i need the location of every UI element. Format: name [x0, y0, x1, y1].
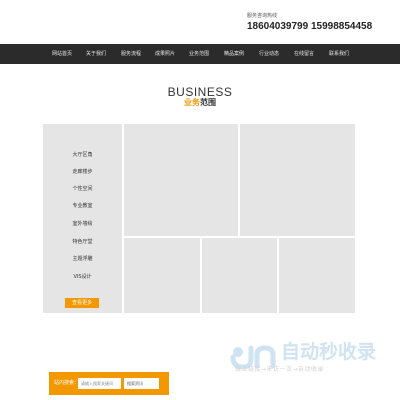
business-tile[interactable] [279, 238, 355, 313]
nav-item-news[interactable]: 行业动态 [249, 44, 289, 64]
nav-item-business[interactable]: 业务范围 [179, 44, 219, 64]
section-title-cn: 业务范围 [0, 98, 400, 108]
watermark: 自动秒收录 做上链接→来访一次→自动收录 [229, 340, 389, 374]
category-item[interactable]: 专业教室 [43, 202, 122, 210]
hotline-block: 服务咨询热线 18604039799 15998854458 [247, 13, 372, 33]
category-item[interactable]: 室外墙绘 [43, 220, 122, 228]
category-item[interactable]: 走廊楼步 [43, 168, 122, 176]
nav-item-message[interactable]: 在线留言 [284, 44, 324, 64]
business-tile[interactable] [240, 124, 355, 236]
main-navbar: 网站首页 关于我们 服务流程 成果照片 业务范围 精品案例 行业动态 在线留言 … [0, 44, 400, 64]
business-tile[interactable] [202, 238, 277, 313]
business-tile[interactable] [124, 238, 200, 313]
section-title-en: BUSINESS [167, 85, 233, 99]
category-item[interactable]: 特色厅堂 [43, 238, 122, 246]
view-more-button[interactable]: 查看更多 [65, 298, 99, 308]
section-title: BUSINESS 业务范围 [0, 86, 400, 108]
page: 服务咨询热线 18604039799 15998854458 网站首页 关于我们… [0, 0, 400, 400]
watermark-text: 自动秒收录 [281, 341, 377, 363]
business-tile[interactable] [124, 124, 238, 236]
search-button[interactable]: 搜索资讯 [124, 378, 159, 389]
hotline-label: 服务咨询热线 [247, 13, 278, 19]
section-title-cn-rest: 范围 [200, 98, 216, 107]
category-item[interactable]: 个性空间 [43, 185, 122, 193]
nav-item-cases[interactable]: 精品案例 [214, 44, 254, 64]
watermark-subtext: 做上链接→来访一次→自动收录 [235, 366, 325, 373]
category-item[interactable]: 大厅区角 [43, 151, 122, 159]
nav-item-about[interactable]: 关于我们 [76, 44, 116, 64]
hotline-numbers: 18604039799 15998854458 [247, 21, 373, 32]
search-bar: 站内搜索： 搜索资讯 [49, 372, 169, 395]
section-title-cn-highlight: 业务 [184, 98, 200, 107]
nav-item-contact[interactable]: 联系我们 [319, 44, 359, 64]
category-panel: 大厅区角 走廊楼步 个性空间 专业教室 室外墙绘 特色厅堂 主题浮雕 VIS设计… [43, 124, 122, 313]
search-input[interactable] [78, 378, 121, 389]
search-label: 站内搜索： [54, 380, 80, 386]
category-item[interactable]: VIS设计 [43, 273, 122, 281]
category-item[interactable]: 主题浮雕 [43, 255, 122, 263]
